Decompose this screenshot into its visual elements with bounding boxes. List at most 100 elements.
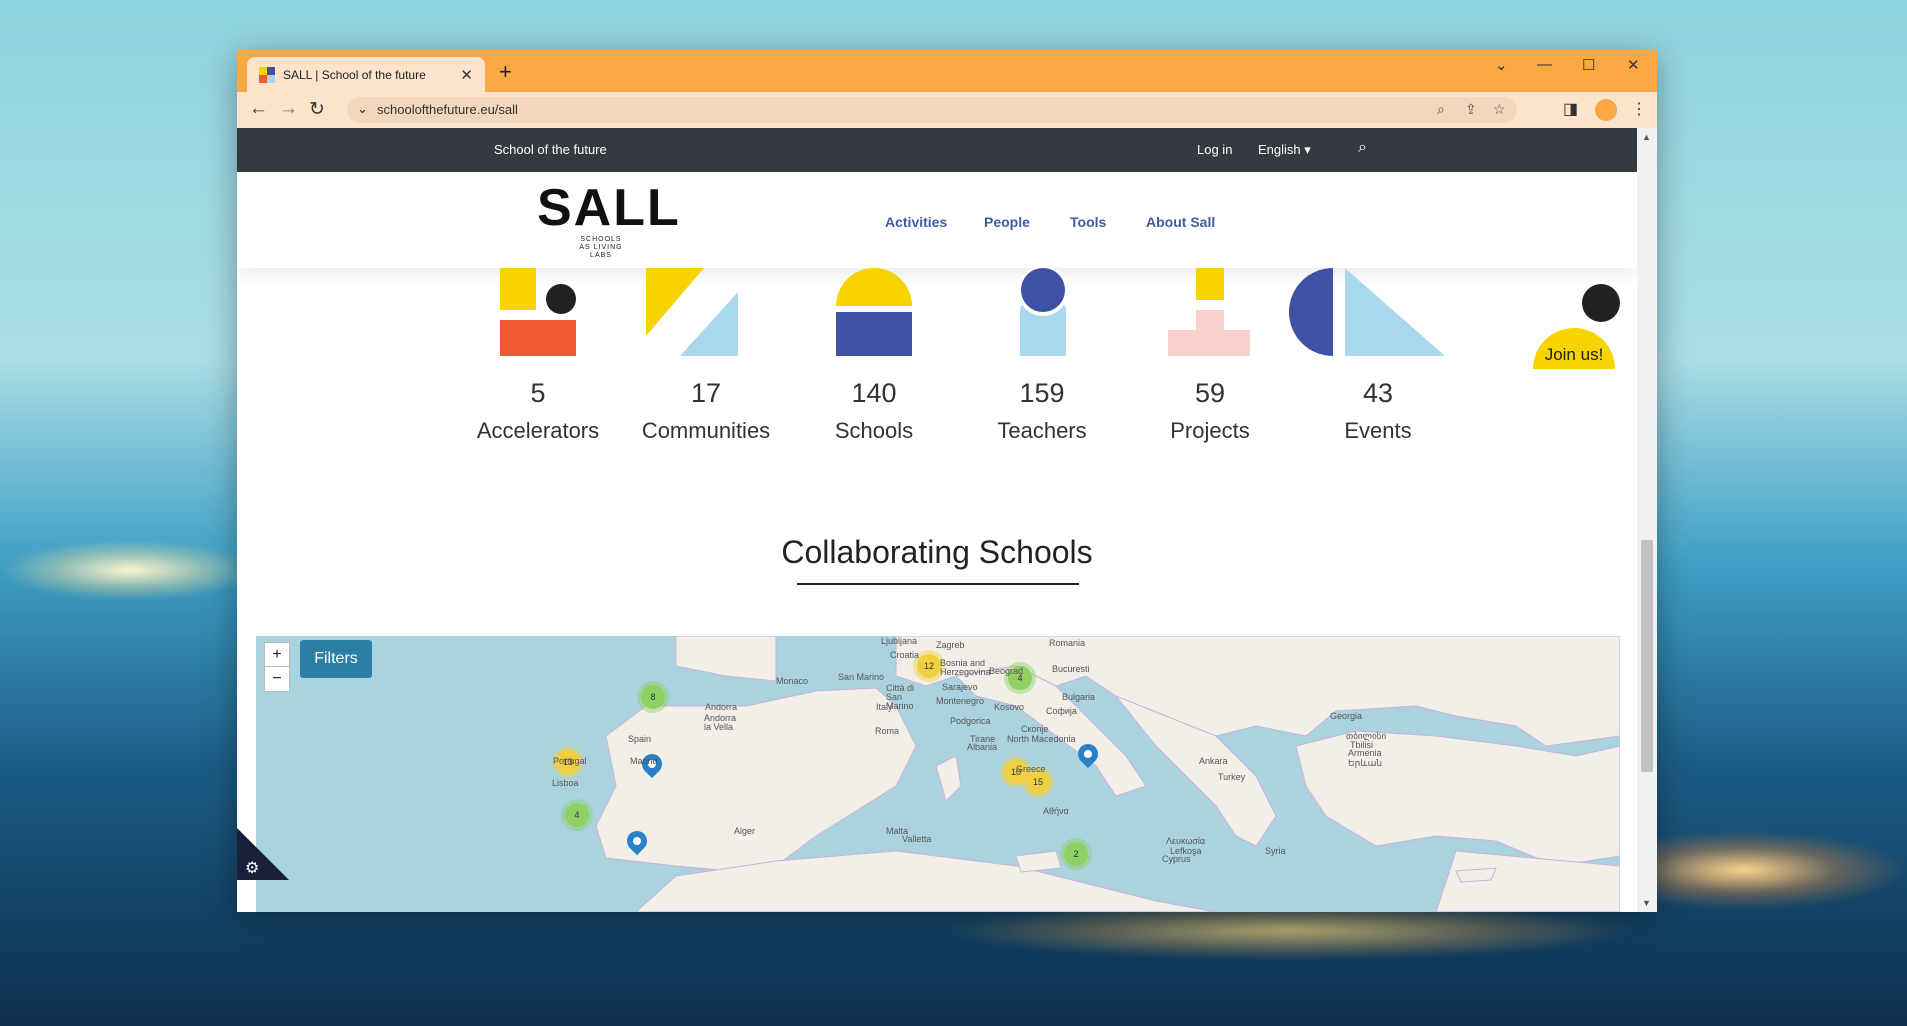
profile-avatar-icon[interactable] (1595, 99, 1617, 121)
map-label: Madrid (630, 756, 658, 766)
login-link[interactable]: Log in (1197, 142, 1232, 157)
scrollbar-thumb[interactable] (1641, 540, 1653, 772)
schools-icon (836, 268, 912, 358)
zoom-out-button[interactable]: − (264, 666, 290, 692)
map-label: Alger (734, 826, 756, 836)
map-label: Скопје (1021, 724, 1049, 734)
language-dropdown[interactable]: English ▾ (1258, 142, 1311, 158)
top-bar-title[interactable]: School of the future (494, 142, 607, 157)
map-label: San Marino (838, 672, 885, 682)
map-label: Georgia (1330, 711, 1363, 721)
close-tab-icon[interactable]: ✕ (460, 66, 473, 84)
page-scrollbar[interactable]: ▲ ▼ (1637, 128, 1657, 912)
favicon-icon (259, 66, 275, 83)
web-page: School of the future Log in English ▾ ⌕ … (237, 128, 1637, 912)
accelerators-icon (500, 268, 580, 358)
map-label: Bucuresti (1052, 664, 1090, 674)
wallpaper-streak (0, 540, 260, 600)
map-label: Ljubljana (881, 636, 918, 646)
teachers-label: Teachers (997, 418, 1087, 443)
map-label: Cyprus (1162, 854, 1191, 864)
map-label: Софија (1046, 706, 1077, 716)
maximize-icon[interactable]: ☐ (1582, 56, 1595, 74)
join-us-button[interactable]: Join us! (1533, 328, 1615, 369)
schools-count: 140 (851, 378, 897, 408)
menu-activities[interactable]: Activities (885, 214, 947, 230)
scroll-down-icon[interactable]: ▼ (1642, 898, 1651, 908)
map-label: Kosovo (994, 702, 1025, 712)
menu-about-sall[interactable]: About Sall (1146, 214, 1215, 230)
address-bar-row: ← → ↻ ⌄ schoolofthefuture.eu/sall ⌕ ⇪ ☆ … (237, 92, 1657, 128)
schools-label: Schools (834, 418, 914, 443)
search-icon[interactable]: ⌕ (1358, 139, 1367, 157)
site-info-icon[interactable]: ⌄ (357, 101, 368, 117)
events-label: Events (1344, 418, 1412, 443)
language-label: English (1258, 142, 1301, 157)
tab-search-icon[interactable]: ⌄ (1495, 56, 1508, 74)
map-label: Zagreb (936, 640, 965, 650)
map-label: Andorra (705, 702, 738, 712)
map-label: Turkey (1218, 772, 1246, 782)
map-label: Greece (1016, 764, 1046, 774)
accelerators-count: 5 (530, 378, 546, 408)
map-label: Valletta (902, 834, 932, 844)
map-label: Երևան (1348, 758, 1383, 768)
map-cluster[interactable]: 2 (1064, 842, 1088, 866)
filters-button[interactable]: Filters (300, 640, 372, 678)
tab-title: SALL | School of the future (283, 67, 426, 82)
map-label: Armenia (1348, 748, 1382, 758)
map-cluster[interactable]: 4 (565, 803, 589, 827)
site-logo[interactable]: SALL (537, 178, 681, 238)
map-label: North Macedonia (1007, 734, 1076, 744)
map-label: Syria (1265, 846, 1286, 856)
map-label: Beograd (989, 666, 1024, 676)
close-window-icon[interactable]: ✕ (1627, 56, 1640, 74)
zoom-in-button[interactable]: + (264, 642, 290, 668)
map-label: Monaco (776, 676, 809, 686)
map-cluster[interactable]: 8 (641, 685, 665, 709)
site-top-bar: School of the future Log in English ▾ ⌕ (237, 128, 1637, 172)
menu-dots-icon[interactable]: ⋮ (1631, 99, 1647, 119)
map-label: Lisboa (552, 778, 579, 788)
title-bar: SALL | School of the future ✕ + ⌄ — ☐ ✕ (237, 50, 1657, 92)
projects-label: Projects (1170, 418, 1250, 443)
map-label: Romania (1049, 638, 1086, 648)
settings-gear-icon[interactable]: ⚙ (245, 858, 259, 878)
map-label: Croatia (890, 650, 920, 660)
teachers-icon (1018, 266, 1068, 358)
map-label: Roma (875, 726, 900, 736)
map-label: Sarajevo (942, 682, 978, 692)
map-label: Bulgaria (1062, 692, 1096, 702)
join-dot-decoration (1582, 284, 1620, 322)
new-tab-button[interactable]: + (499, 59, 512, 85)
map-label: Spain (628, 734, 652, 744)
map-label: Podgorica (950, 716, 991, 726)
browser-window: SALL | School of the future ✕ + ⌄ — ☐ ✕ … (237, 50, 1657, 912)
url-field[interactable]: ⌄ schoolofthefuture.eu/sall ⌕ ⇪ ☆ (347, 97, 1517, 123)
zoom-icon[interactable]: ⌕ (1437, 101, 1445, 118)
browser-tab[interactable]: SALL | School of the future ✕ (247, 57, 485, 92)
side-panel-icon[interactable]: ◨ (1563, 99, 1578, 119)
map-cluster[interactable]: 12 (917, 654, 941, 678)
teachers-count: 159 (1019, 378, 1065, 408)
schools-map[interactable]: + − Filters 8 13 4 12 4 10 15 2 Ljubljan… (256, 636, 1620, 912)
reload-icon[interactable]: ↻ (309, 98, 325, 121)
menu-people[interactable]: People (984, 214, 1030, 230)
forward-icon[interactable]: → (279, 98, 298, 120)
logo-subtitle: SCHOOLS AS LIVING LABS (579, 236, 623, 259)
map-label: Montenegro (936, 696, 985, 706)
scroll-up-icon[interactable]: ▲ (1642, 132, 1651, 142)
share-icon[interactable]: ⇪ (1465, 101, 1477, 118)
title-underline (797, 583, 1079, 585)
map-label: Αθήνα (1043, 806, 1069, 816)
accelerators-label: Accelerators (476, 418, 600, 443)
events-count: 43 (1362, 378, 1394, 408)
url-text: schoolofthefuture.eu/sall (377, 102, 518, 117)
map-label: Albania (967, 742, 998, 752)
minimize-icon[interactable]: — (1537, 56, 1552, 73)
section-title: Collaborating Schools (781, 534, 1093, 570)
back-icon[interactable]: ← (249, 98, 268, 120)
communities-icon (646, 268, 738, 356)
menu-tools[interactable]: Tools (1070, 214, 1106, 230)
bookmark-star-icon[interactable]: ☆ (1493, 101, 1506, 118)
